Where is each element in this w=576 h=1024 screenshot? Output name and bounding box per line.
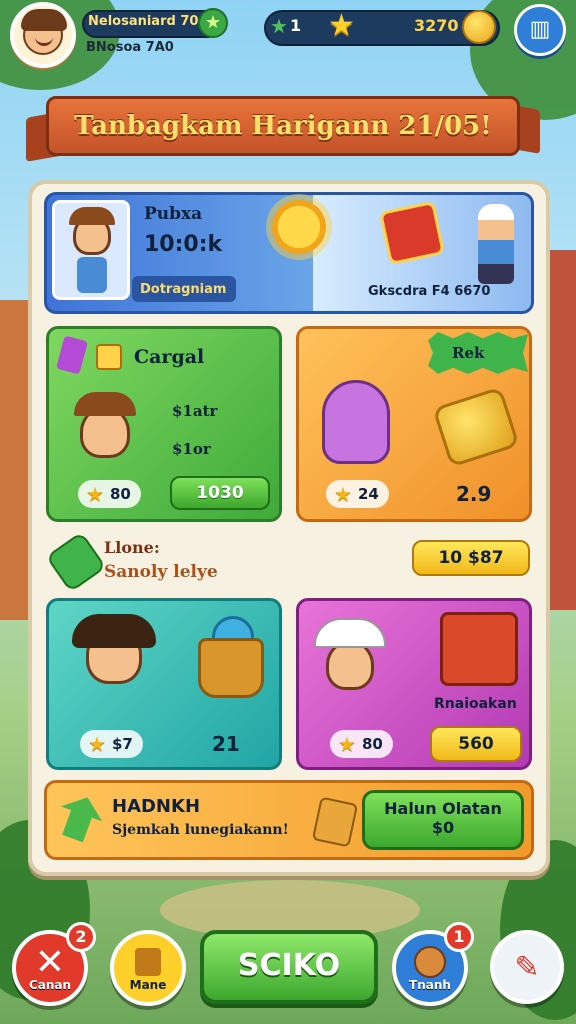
green-star-pill: ★ 80 xyxy=(78,480,141,508)
coin-count: 3270 xyxy=(414,16,459,35)
green-card-title: Cargal xyxy=(134,346,205,368)
new-badge-label: Rek xyxy=(452,344,485,362)
green-buy-button[interactable]: 1030 xyxy=(170,476,270,510)
green-card-hat xyxy=(74,392,136,416)
banner-title: Tanbagkam Harigann 21/05! xyxy=(74,111,492,141)
orange-value: 2.9 xyxy=(456,482,492,506)
basket-icon xyxy=(198,638,264,698)
promo-line-2: Sanoly lelye xyxy=(104,562,218,582)
friend-face-icon xyxy=(414,946,446,978)
teal-star-pill: ★ $7 xyxy=(80,730,143,758)
hero-hat xyxy=(69,207,115,225)
food-truck-icon xyxy=(440,612,518,686)
top-bar: Nelosaniard 700 BNosoa 7A0 ★ ★ 1 ★ 3270 … xyxy=(0,0,576,70)
teal-stars: $7 xyxy=(111,735,133,753)
gem-count: 1 xyxy=(290,16,302,35)
star-icon: ★ xyxy=(328,8,355,43)
coin-icon xyxy=(462,10,496,44)
teal-character-hair xyxy=(72,614,156,648)
hero-stat: Gkscdra F4 6670 xyxy=(368,284,491,299)
green-price-2: $1or xyxy=(172,440,211,458)
orange-stars: 24 xyxy=(357,485,379,503)
orange-star-pill: ★ 24 xyxy=(326,480,389,508)
friends-label: Tnanh xyxy=(409,978,451,992)
promo-line-1: Llone: xyxy=(104,538,160,557)
cancel-badge: 2 xyxy=(66,922,96,952)
player-avatar[interactable] xyxy=(10,2,76,68)
title-banner: Tanbagkam Harigann 21/05! xyxy=(26,92,540,166)
purple-stars: 80 xyxy=(361,735,383,753)
offer-button-line-1: Halun Olatan xyxy=(384,799,502,818)
cancel-label: Canan xyxy=(28,978,72,992)
book-menu-button[interactable]: ▥ xyxy=(514,4,566,56)
teal-value: 21 xyxy=(212,732,240,756)
offer-subtitle: Sjemkah lunegiakann! xyxy=(112,822,289,838)
player-name: Nelosaniard 700 xyxy=(88,14,208,29)
green-price-1: $1atr xyxy=(172,402,218,420)
avatar-face xyxy=(21,9,67,55)
worker-character xyxy=(478,204,514,284)
gift-box-icon[interactable] xyxy=(378,200,446,266)
offer-title: HADNKH xyxy=(112,796,201,817)
shop-bag-icon xyxy=(135,948,161,976)
edit-button[interactable]: ✎ xyxy=(490,930,564,1004)
promo-button[interactable]: 10 $87 xyxy=(412,540,530,576)
hero-timer: 10:0:k xyxy=(144,232,223,257)
pen-icon: ✎ xyxy=(514,950,540,985)
ticket-icon xyxy=(96,344,122,370)
hero-tag: Dotragniam xyxy=(140,282,227,297)
shop-label: Mane xyxy=(129,978,167,992)
star-icon: ★ xyxy=(86,482,104,506)
gem-icon: ★ xyxy=(270,14,288,38)
purple-card-label: Rnaioakan xyxy=(434,696,517,712)
star-icon: ★ xyxy=(338,732,356,756)
hero-portrait xyxy=(52,200,130,300)
banner-body: Tanbagkam Harigann 21/05! xyxy=(46,96,520,156)
green-stars: 80 xyxy=(109,485,131,503)
offer-button-line-2: $0 xyxy=(431,818,455,837)
level-star-icon: ★ xyxy=(198,8,228,38)
star-icon: ★ xyxy=(334,482,352,506)
offer-button[interactable]: Halun Olatan $0 xyxy=(362,790,524,850)
player-subtitle: BNosoa 7A0 xyxy=(86,40,174,55)
purple-star-pill: ★ 80 xyxy=(330,730,393,758)
star-icon: ★ xyxy=(88,732,106,756)
friends-badge: 1 xyxy=(444,922,474,952)
purple-buy-button[interactable]: 560 xyxy=(430,726,522,762)
hero-body xyxy=(77,257,107,293)
hero-title: Pubxa xyxy=(144,204,203,224)
sun-icon xyxy=(272,200,326,254)
close-icon: ✕ xyxy=(34,942,66,983)
pink-cat-character xyxy=(322,380,390,464)
shop-button[interactable]: Mane xyxy=(110,930,186,1006)
play-button[interactable]: SCIKO xyxy=(200,930,378,1004)
